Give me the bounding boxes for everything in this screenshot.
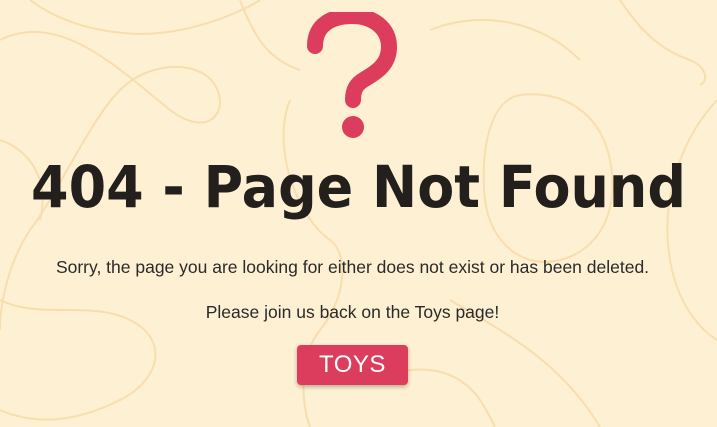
page-title: 404 - Page Not Found [31, 153, 686, 221]
question-mark-icon [307, 12, 397, 138]
not-found-page: 404 - Page Not Found Sorry, the page you… [0, 0, 717, 427]
return-invitation-text: Please join us back on the Toys page! [205, 302, 500, 322]
toys-button[interactable]: TOYS [297, 345, 408, 385]
not-found-message: Sorry, the page you are looking for eith… [55, 257, 650, 277]
